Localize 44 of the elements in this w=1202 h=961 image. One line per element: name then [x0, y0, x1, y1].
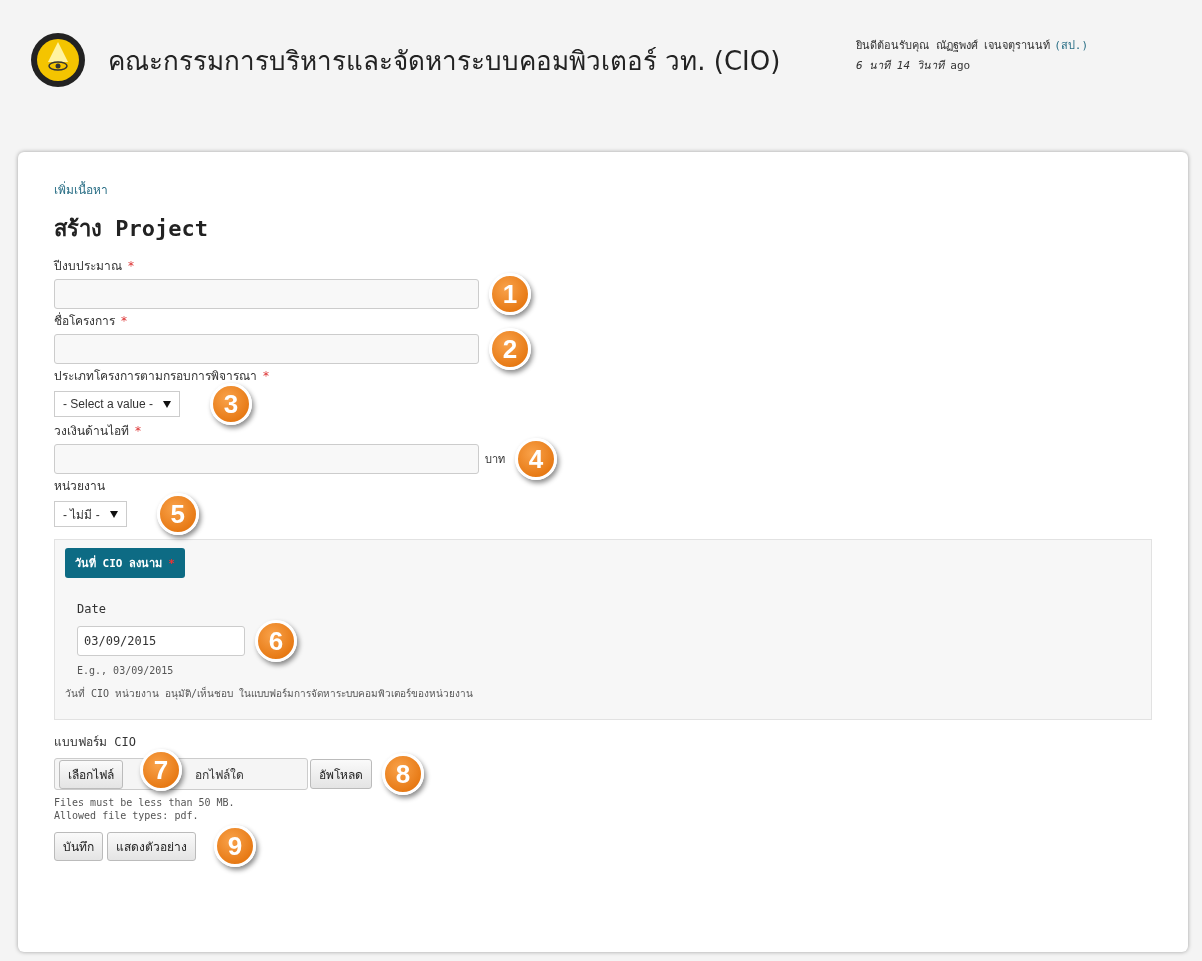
form-button[interactable]: แสดงตัวอย่าง: [107, 831, 196, 861]
choose-file-button[interactable]: เลือกไฟล์: [59, 759, 123, 789]
required-mark: *: [128, 259, 134, 273]
date-label: Date: [77, 602, 107, 616]
step-badge: 9: [214, 825, 256, 867]
unit-label: บาท: [485, 452, 505, 468]
file-label: แบบฟอร์ม CIO: [54, 734, 137, 751]
step-badge: 2: [489, 328, 531, 370]
step-badge: 6: [255, 620, 297, 662]
date-description: วันที่ CIO หน่วยงาน อนุมัติ/เห็นชอบ ในแบบฟอร์มการจัดหาระบบคอมพิวเตอร์ของหน่วยงาน: [65, 686, 475, 702]
caret-icon: [109, 510, 118, 518]
field-label: ปีงบประมาณ: [54, 259, 122, 273]
required-mark: *: [263, 369, 269, 383]
step-badge-overlay: 7: [140, 749, 182, 791]
caret-icon: [163, 400, 172, 408]
text-field[interactable]: [54, 444, 479, 474]
step-badge: 1: [489, 273, 531, 315]
file-help-text: Files must be less than 50 MB.: [54, 797, 236, 808]
fieldset-legend: วันที่ CIO ลงนาม *: [65, 548, 185, 578]
required-mark: *: [135, 424, 141, 438]
text-field[interactable]: [54, 334, 479, 364]
date-field[interactable]: 03/09/2015: [77, 626, 245, 656]
date-example: E.g., 03/09/2015: [77, 665, 175, 676]
logo-icon: [30, 32, 86, 88]
upload-button[interactable]: อัพโหลด: [310, 759, 372, 789]
field-label: วงเงินด้านไอที: [54, 424, 129, 438]
field-label: ชื่อโครงการ: [54, 314, 115, 328]
org-link[interactable]: (สป.): [1054, 39, 1089, 52]
field-label: หน่วยงาน: [54, 479, 105, 493]
breadcrumb-link[interactable]: เพิ่มเนื้อหา: [54, 180, 1152, 199]
step-badge: 4: [515, 438, 557, 480]
page-title: สร้าง Project: [54, 215, 209, 243]
site-title: คณะกรรมการบริหารและจัดหาระบบคอมพิวเตอร์ วท. (CIO): [108, 44, 782, 78]
welcome-text: ยินดีต้อนรับคุณ ณัฏฐพงศ์ เจนจตุรานนท์: [856, 39, 1051, 52]
login-time: 6 นาที 14 วินาที ago: [856, 58, 972, 74]
select-dropdown[interactable]: - ไม่มี -: [54, 501, 127, 527]
file-status: อกไฟล์ใด: [195, 766, 244, 784]
select-dropdown[interactable]: - Select a value -: [54, 391, 181, 417]
text-field[interactable]: [54, 279, 479, 309]
file-help-text: Allowed file types: pdf.: [54, 810, 200, 821]
field-label: ประเภทโครงการตามกรอบการพิจารณา: [54, 369, 257, 383]
step-badge: 8: [382, 753, 424, 795]
required-mark: *: [121, 314, 127, 328]
form-button[interactable]: บันทึก: [54, 831, 103, 861]
